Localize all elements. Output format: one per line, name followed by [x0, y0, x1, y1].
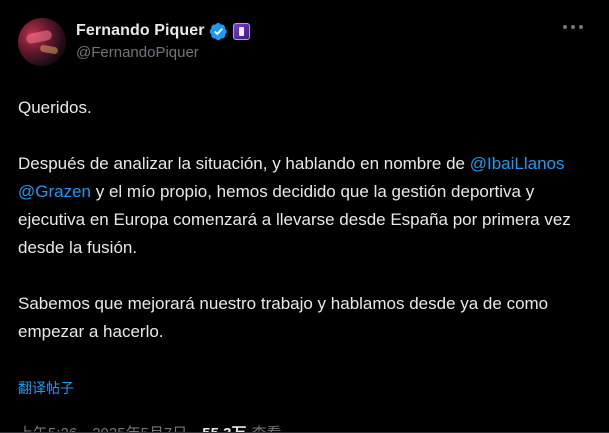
- affiliate-badge-icon[interactable]: [232, 22, 250, 40]
- tweet: Fernando Piquer @FernandoPiquer Queridos…: [0, 0, 609, 433]
- tweet-greeting: Queridos.: [18, 98, 92, 117]
- more-dot: [563, 25, 567, 29]
- more-dot: [571, 25, 575, 29]
- tweet-text: Queridos. Después de analizar la situaci…: [18, 94, 593, 402]
- author-handle[interactable]: @FernandoPiquer: [76, 44, 250, 61]
- mention-link-grazen[interactable]: @Grazen: [18, 182, 91, 201]
- tweet-paragraph-2: Después de analizar la situación, y habl…: [18, 150, 593, 262]
- author-names: Fernando Piquer @FernandoPiquer: [76, 16, 250, 61]
- tweet-text-segment: y el mío propio, hemos decidido que la g…: [18, 182, 571, 257]
- more-dot: [579, 25, 583, 29]
- avatar[interactable]: [18, 18, 66, 66]
- tweet-text-segment: Después de analizar la situación, y habl…: [18, 154, 470, 173]
- name-row: Fernando Piquer: [76, 20, 250, 42]
- more-options-icon[interactable]: [563, 22, 583, 32]
- author-display-name[interactable]: Fernando Piquer: [76, 22, 205, 40]
- tweet-header: Fernando Piquer @FernandoPiquer: [18, 16, 593, 72]
- avatar-highlight: [25, 29, 53, 45]
- translate-post-link[interactable]: 翻译帖子: [18, 374, 74, 396]
- avatar-highlight-secondary: [39, 44, 59, 55]
- verified-badge-icon[interactable]: [209, 22, 228, 41]
- tweet-paragraph-3: Sabemos que mejorará nuestro trabajo y h…: [18, 294, 549, 341]
- mention-link-ibaillanos[interactable]: @IbaiLlanos: [470, 154, 565, 173]
